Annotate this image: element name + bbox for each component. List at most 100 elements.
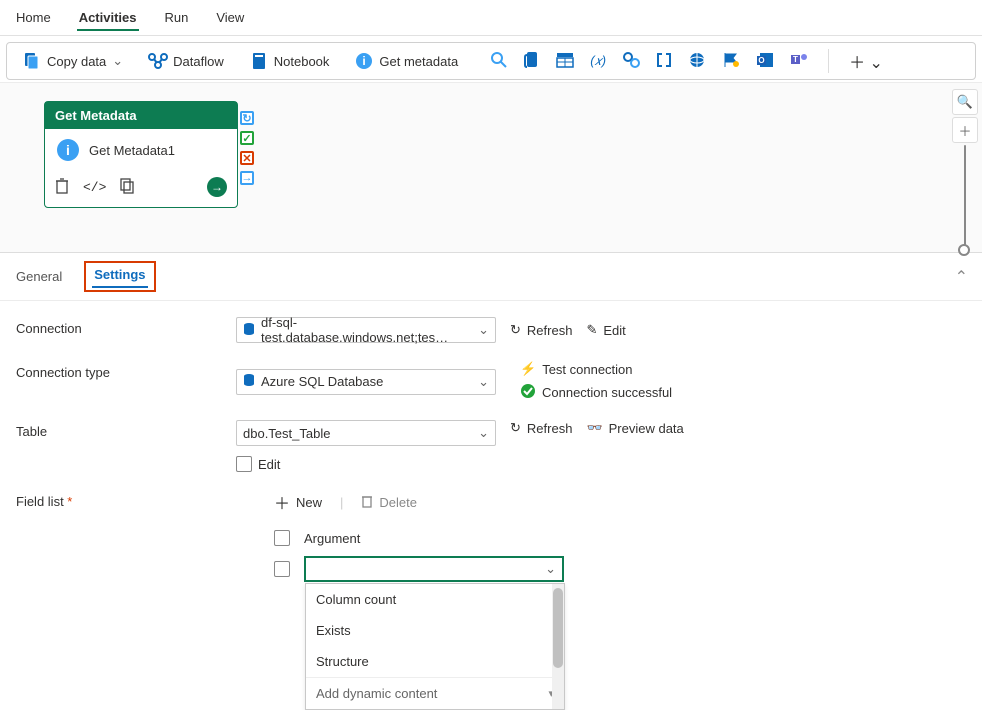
refresh-label: Refresh: [527, 421, 573, 436]
select-all-checkbox[interactable]: [274, 530, 290, 546]
edit-label: Edit: [603, 323, 625, 338]
svg-text:T: T: [793, 55, 798, 64]
trash-icon: [361, 494, 373, 511]
notebook-button[interactable]: Notebook: [246, 50, 334, 72]
preview-label: Preview data: [609, 421, 684, 436]
toolbar: Copy data ⌄ Dataflow Notebook i Get meta…: [6, 42, 976, 80]
outlook-icon[interactable]: O: [756, 51, 774, 72]
test-connection-button[interactable]: ⚡ Test connection: [520, 361, 672, 377]
row-checkbox[interactable]: [274, 561, 290, 577]
tab-home[interactable]: Home: [14, 6, 53, 31]
zoom-slider[interactable]: [964, 145, 966, 250]
connection-status: Connection successful: [520, 383, 672, 402]
refresh-icon: ↻: [510, 322, 521, 338]
argument-dropdown-menu: Column count Exists Structure Add dynami…: [305, 583, 565, 710]
copy-data-label: Copy data: [47, 54, 106, 69]
variable-icon[interactable]: (𝑥): [590, 53, 606, 69]
brackets-icon[interactable]: [656, 52, 672, 71]
chevron-down-icon: ⌄: [545, 561, 556, 577]
new-label: New: [296, 495, 322, 510]
port-refresh[interactable]: ↻: [240, 111, 254, 125]
info-icon: i: [355, 52, 373, 70]
delete-icon[interactable]: [55, 178, 69, 197]
flag-icon[interactable]: [722, 51, 740, 72]
svg-text:i: i: [363, 54, 366, 68]
zoom-in-icon[interactable]: ＋: [952, 117, 978, 143]
edit-connection[interactable]: ✎ Edit: [586, 322, 625, 338]
dataflow-button[interactable]: Dataflow: [145, 50, 228, 72]
get-metadata-node[interactable]: Get Metadata i Get Metadata1 </> →: [44, 101, 238, 208]
code-icon[interactable]: </>: [83, 180, 106, 195]
gears-icon[interactable]: [622, 51, 640, 72]
dataflow-label: Dataflow: [173, 54, 224, 69]
copy-data-button[interactable]: Copy data ⌄: [19, 50, 127, 72]
node-name: Get Metadata1: [89, 143, 175, 158]
globe-icon[interactable]: [688, 51, 706, 72]
connection-value: df-sql-test.database.windows.net;tes…: [261, 315, 472, 345]
tab-activities[interactable]: Activities: [77, 6, 139, 31]
tab-view[interactable]: View: [214, 6, 246, 31]
database-icon: [243, 373, 255, 390]
get-metadata-button[interactable]: i Get metadata: [351, 50, 462, 72]
preview-data[interactable]: 👓 Preview data: [586, 420, 683, 436]
field-list-label: Field list: [16, 490, 236, 509]
svg-text:O: O: [758, 56, 764, 65]
connection-type-value: Azure SQL Database: [261, 374, 383, 389]
delete-label: Delete: [379, 495, 417, 510]
get-metadata-label: Get metadata: [379, 54, 458, 69]
tab-settings[interactable]: Settings: [92, 263, 147, 288]
teams-icon[interactable]: T: [790, 51, 808, 72]
refresh-table[interactable]: ↻ Refresh: [510, 420, 572, 436]
table-value: dbo.Test_Table: [243, 426, 330, 441]
zoom-search-icon[interactable]: 🔍: [952, 89, 978, 115]
design-canvas[interactable]: Get Metadata i Get Metadata1 </> → ↻ ✓ ✕…: [0, 82, 982, 252]
connection-type-select[interactable]: Azure SQL Database ⌄: [236, 369, 496, 395]
port-failure[interactable]: ✕: [240, 151, 254, 165]
dropdown-scrollbar[interactable]: [552, 584, 564, 709]
plus-icon: ＋: [274, 490, 290, 514]
port-skip[interactable]: →: [240, 171, 254, 185]
edit-table-checkbox[interactable]: [236, 456, 252, 472]
argument-column-header: Argument: [304, 531, 360, 546]
connection-select[interactable]: df-sql-test.database.windows.net;tes… ⌄: [236, 317, 496, 343]
toolbar-separator: [828, 49, 829, 73]
tab-general[interactable]: General: [14, 265, 64, 288]
toolbar-icon-row: (𝑥) O T ＋ ⌄: [490, 49, 883, 73]
info-icon: i: [57, 139, 79, 161]
connection-success-text: Connection successful: [542, 385, 672, 400]
scroll-icon[interactable]: [524, 51, 540, 72]
table-icon[interactable]: [556, 52, 574, 71]
node-title: Get Metadata: [45, 102, 237, 129]
notebook-icon: [250, 52, 268, 70]
dataflow-icon: [149, 52, 167, 70]
option-exists[interactable]: Exists: [306, 615, 564, 646]
node-body: i Get Metadata1: [45, 129, 237, 171]
argument-dropdown[interactable]: ⌄ Column count Exists Structure Add dyna…: [304, 556, 564, 582]
option-column-count[interactable]: Column count: [306, 584, 564, 615]
delete-field-button[interactable]: Delete: [361, 494, 417, 511]
collapse-panel-icon[interactable]: ⌃: [955, 267, 968, 287]
lightning-icon: ⚡: [520, 361, 536, 377]
add-dynamic-content[interactable]: Add dynamic content ▾: [306, 677, 564, 709]
canvas-side-tools: 🔍 ＋: [952, 89, 978, 250]
refresh-icon: ↻: [510, 420, 521, 436]
run-icon[interactable]: →: [207, 177, 227, 197]
tab-run[interactable]: Run: [163, 6, 191, 31]
option-structure[interactable]: Structure: [306, 646, 564, 677]
chevron-down-icon: ⌄: [478, 374, 489, 390]
edit-checkbox-label: Edit: [258, 457, 280, 472]
refresh-connection[interactable]: ↻ Refresh: [510, 322, 572, 338]
chevron-down-icon: ⌄: [112, 53, 123, 69]
copy-data-icon: [23, 52, 41, 70]
search-icon[interactable]: [490, 51, 508, 72]
edit-icon: ✎: [586, 322, 597, 338]
copy-icon[interactable]: [120, 178, 134, 197]
port-success[interactable]: ✓: [240, 131, 254, 145]
settings-form: Connection df-sql-test.database.windows.…: [0, 301, 982, 614]
new-field-button[interactable]: ＋ New: [274, 490, 322, 514]
add-dynamic-label: Add dynamic content: [316, 686, 437, 701]
table-select[interactable]: dbo.Test_Table ⌄: [236, 420, 496, 446]
add-menu[interactable]: ＋ ⌄: [849, 49, 883, 73]
action-separator: |: [340, 495, 343, 510]
top-tabs: Home Activities Run View: [0, 0, 982, 36]
